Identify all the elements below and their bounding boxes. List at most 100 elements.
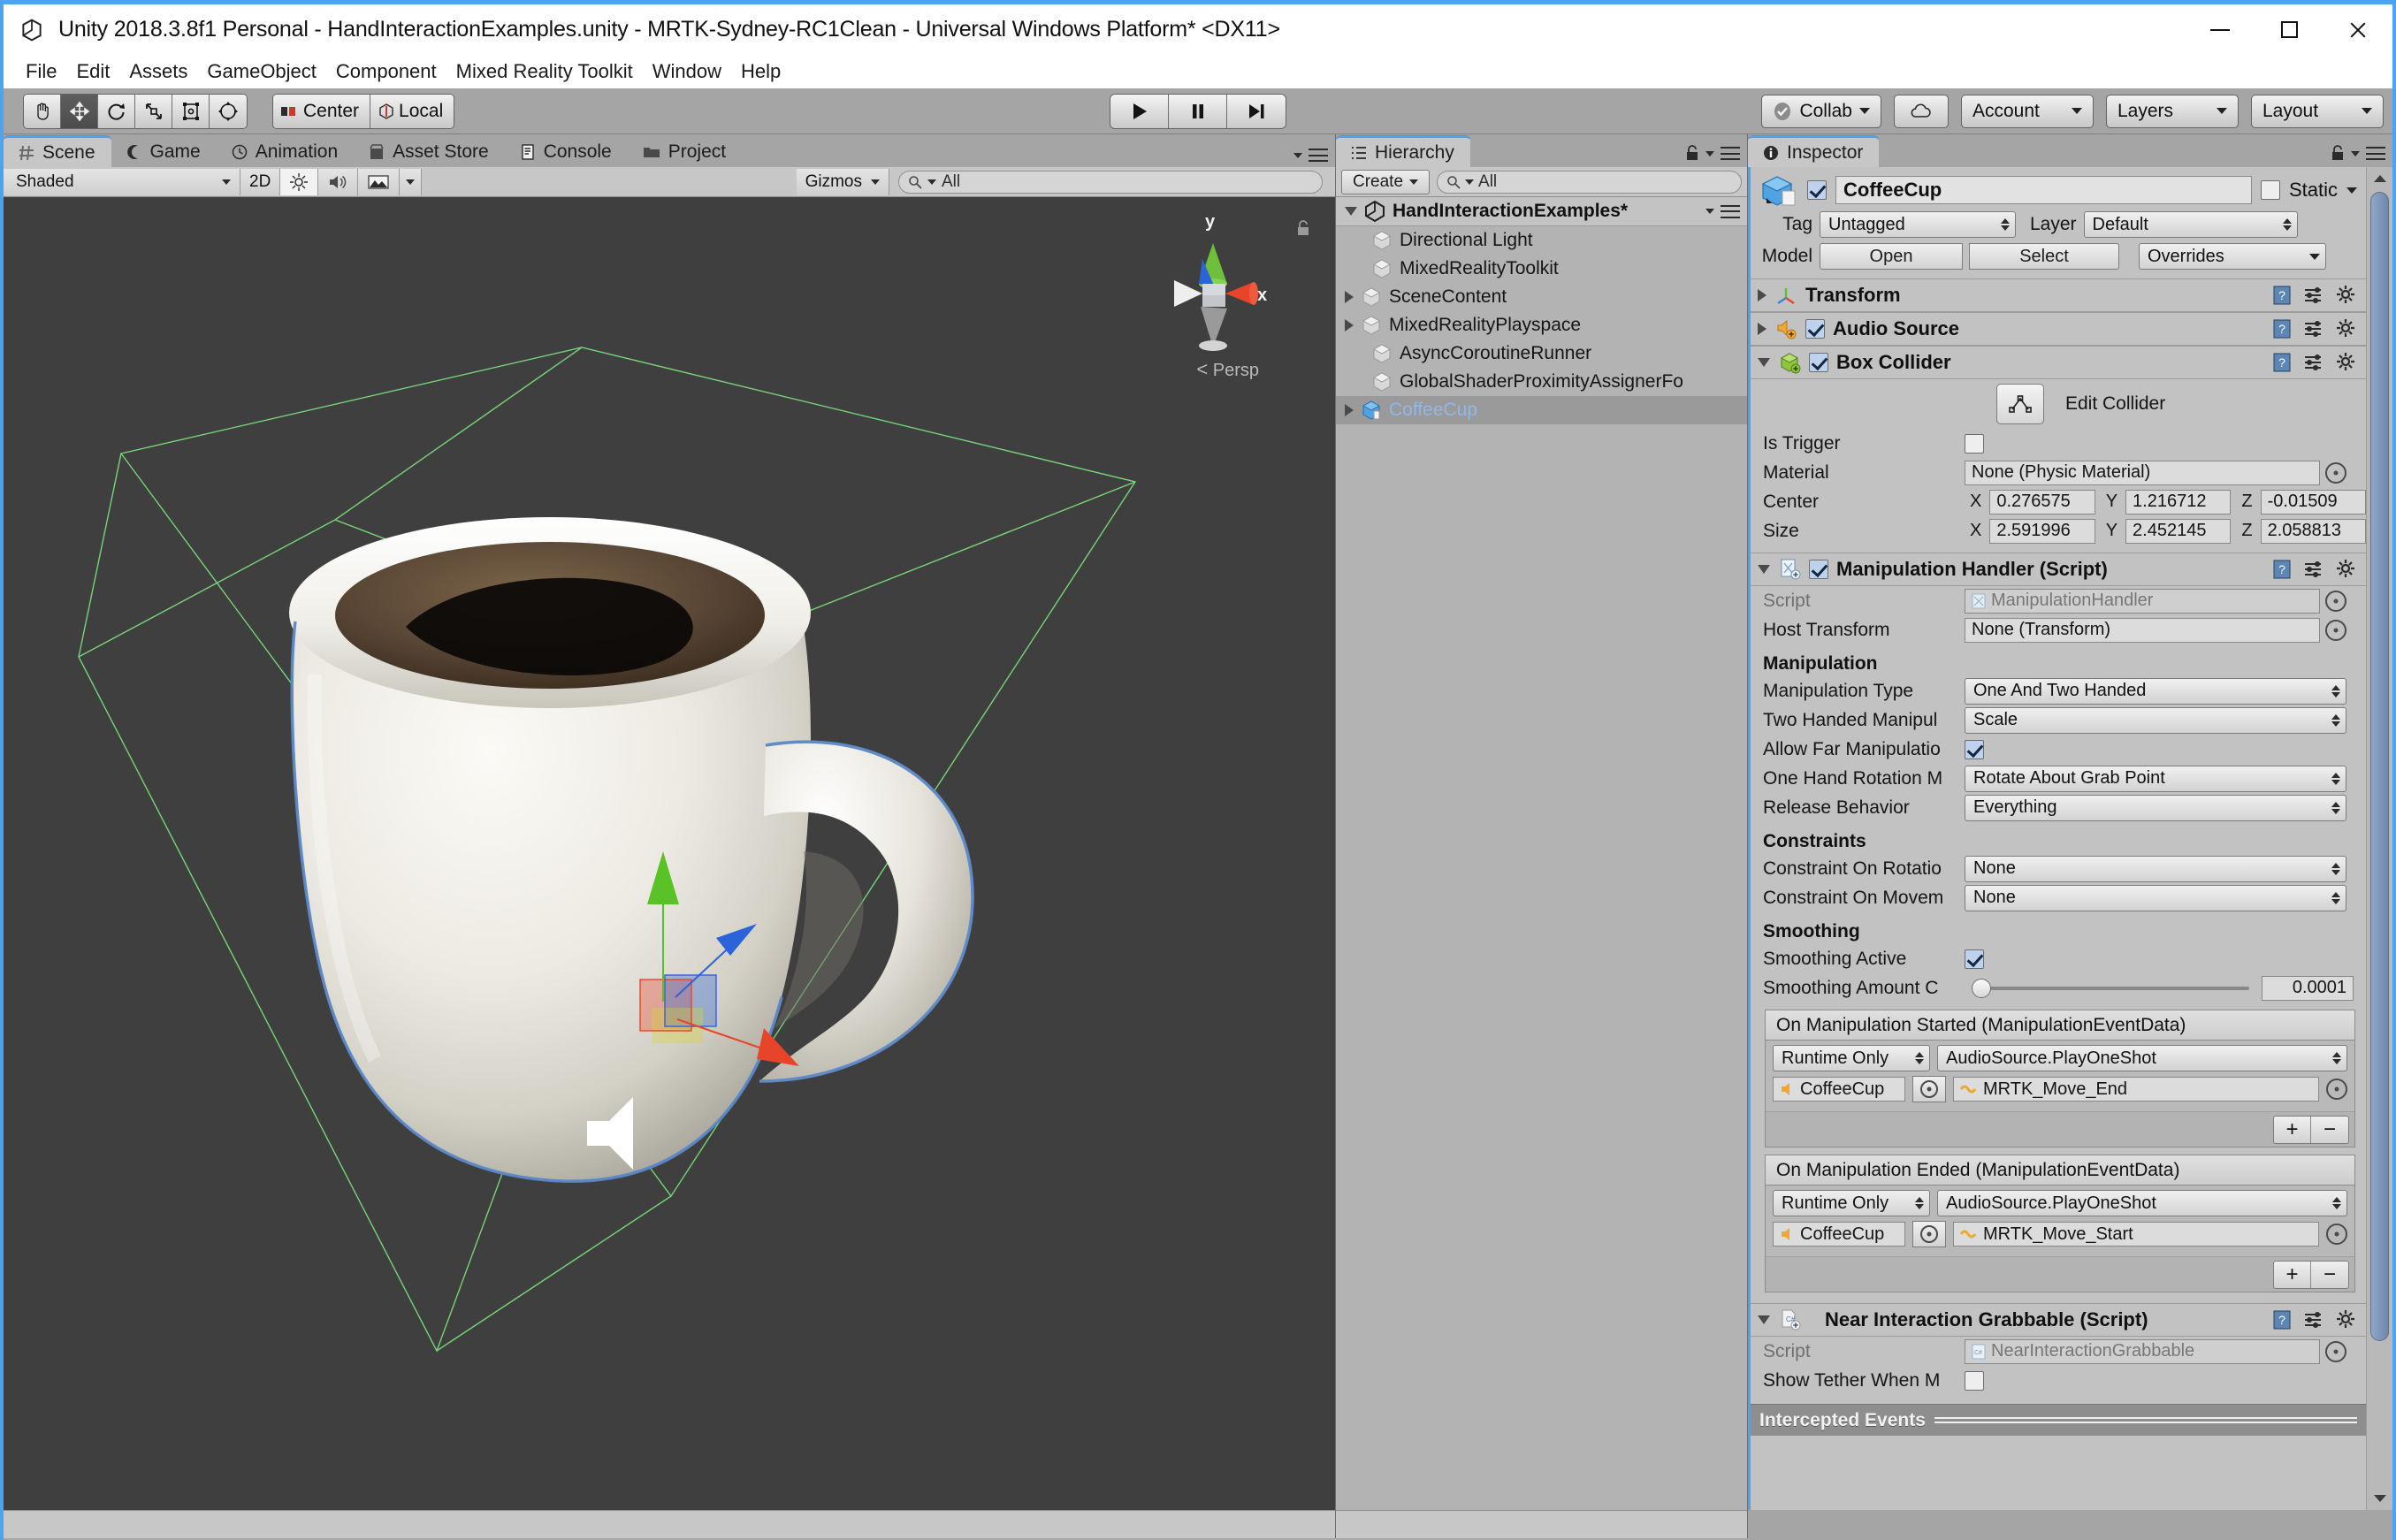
- component-transform-header[interactable]: Transform ?: [1751, 278, 2366, 312]
- event-argument-field[interactable]: MRTK_Move_End: [1953, 1077, 2319, 1102]
- scene-view-mode[interactable]: < Persp: [1196, 358, 1259, 381]
- event-remove-button[interactable]: −: [2311, 1261, 2348, 1288]
- component-audio-source-header[interactable]: Audio Source ?: [1751, 312, 2366, 346]
- gear-icon[interactable]: [2336, 559, 2357, 580]
- account-button[interactable]: Account: [1961, 94, 2094, 128]
- event-object-picker-button[interactable]: [1912, 1221, 1946, 1247]
- scene-orientation-gizmo[interactable]: y x: [1139, 206, 1280, 374]
- event-argument-field[interactable]: MRTK_Move_Start: [1953, 1222, 2319, 1246]
- gear-icon[interactable]: [2336, 318, 2357, 339]
- overrides-dropdown[interactable]: Overrides: [2139, 243, 2326, 270]
- allow-far-checkbox[interactable]: [1965, 739, 1984, 759]
- chevron-down-icon[interactable]: [1758, 565, 1770, 574]
- scrollbar-thumb[interactable]: [2370, 192, 2389, 1341]
- preset-icon[interactable]: [2303, 1310, 2324, 1330]
- gameobject-name-field[interactable]: CoffeeCup: [1835, 176, 2252, 204]
- tab-asset-store[interactable]: Asset Store: [354, 136, 505, 167]
- event-function-dropdown[interactable]: AudioSource.PlayOneShot: [1937, 1045, 2347, 1071]
- hand-tool-button[interactable]: [24, 94, 61, 128]
- smoothing-active-checkbox[interactable]: [1965, 949, 1984, 969]
- chevron-right-icon[interactable]: [1345, 319, 1354, 332]
- gear-icon[interactable]: [2336, 1309, 2357, 1330]
- tab-scene[interactable]: Scene: [4, 136, 111, 167]
- help-icon[interactable]: ?: [2272, 285, 2292, 306]
- tab-project[interactable]: Project: [628, 136, 742, 167]
- preset-icon[interactable]: [2303, 560, 2324, 579]
- layout-button[interactable]: Layout: [2251, 94, 2384, 128]
- event-object-field[interactable]: CoffeeCup: [1773, 1077, 1905, 1102]
- tab-inspector[interactable]: Inspector: [1748, 136, 1880, 167]
- chevron-right-icon[interactable]: [1345, 291, 1354, 303]
- center-z-field[interactable]: -0.01509: [2260, 489, 2366, 515]
- scale-tool-button[interactable]: [135, 94, 172, 128]
- one-hand-rotation-dropdown[interactable]: Rotate About Grab Point: [1965, 765, 2346, 792]
- maximize-button[interactable]: [2255, 4, 2324, 55]
- model-open-button[interactable]: Open: [1820, 243, 1963, 270]
- object-picker-icon[interactable]: [2325, 619, 2346, 641]
- layer-dropdown[interactable]: Default: [2083, 211, 2298, 238]
- object-picker-icon[interactable]: [2325, 1340, 2346, 1362]
- static-checkbox[interactable]: [2260, 180, 2280, 200]
- tab-animation[interactable]: Animation: [217, 136, 354, 167]
- chevron-right-icon[interactable]: [1758, 323, 1766, 335]
- model-select-button[interactable]: Select: [1969, 243, 2119, 270]
- manipulation-type-dropdown[interactable]: One And Two Handed: [1965, 677, 2346, 705]
- smoothing-amount-field[interactable]: 0.0001: [2262, 975, 2354, 1001]
- size-z-field[interactable]: 2.058813: [2260, 518, 2366, 544]
- constraint-rotation-dropdown[interactable]: None: [1965, 855, 2346, 882]
- transform-tool-button[interactable]: [210, 94, 247, 128]
- event-remove-button[interactable]: −: [2311, 1116, 2348, 1143]
- menu-mixed-reality-toolkit[interactable]: Mixed Reality Toolkit: [446, 58, 643, 85]
- center-y-field[interactable]: 1.216712: [2125, 489, 2232, 515]
- draw-mode-dropdown[interactable]: Shaded: [4, 168, 240, 195]
- gameobject-enabled-checkbox[interactable]: [1807, 180, 1827, 200]
- component-box-collider-header[interactable]: Box Collider ?: [1751, 346, 2366, 379]
- two-handed-dropdown[interactable]: Scale: [1965, 706, 2346, 734]
- menu-assets[interactable]: Assets: [119, 58, 197, 85]
- center-x-field[interactable]: 0.276575: [1989, 489, 2095, 515]
- scroll-down-button[interactable]: [2367, 1487, 2392, 1510]
- close-button[interactable]: [2324, 4, 2392, 55]
- rotate-tool-button[interactable]: [98, 94, 135, 128]
- audio-source-enabled-checkbox[interactable]: [1805, 319, 1825, 339]
- lock-icon[interactable]: [1685, 145, 1699, 162]
- hierarchy-item-asynccoroutinerunner[interactable]: AsyncCoroutineRunner: [1336, 339, 1747, 368]
- hierarchy-item-mixedrealitytoolkit[interactable]: MixedRealityToolkit: [1336, 255, 1747, 283]
- preset-icon[interactable]: [2303, 353, 2324, 372]
- hierarchy-item-mixedrealityplayspace[interactable]: MixedRealityPlayspace: [1336, 311, 1747, 339]
- size-x-field[interactable]: 2.591996: [1989, 518, 2095, 544]
- scene-viewport[interactable]: y x < Persp: [4, 197, 1335, 1510]
- event-object-picker-button[interactable]: [1912, 1076, 1946, 1102]
- box-collider-enabled-checkbox[interactable]: [1809, 353, 1828, 372]
- event-function-dropdown[interactable]: AudioSource.PlayOneShot: [1937, 1190, 2347, 1216]
- show-tether-checkbox[interactable]: [1965, 1370, 1984, 1391]
- size-y-field[interactable]: 2.452145: [2125, 518, 2232, 544]
- help-icon[interactable]: ?: [2272, 559, 2292, 580]
- menu-component[interactable]: Component: [326, 58, 446, 85]
- menu-window[interactable]: Window: [643, 58, 731, 85]
- minimize-button[interactable]: [2186, 4, 2255, 55]
- rect-tool-button[interactable]: [172, 94, 210, 128]
- object-picker-icon[interactable]: [2326, 1079, 2347, 1100]
- help-icon[interactable]: ?: [2272, 1309, 2292, 1330]
- layers-button[interactable]: Layers: [2106, 94, 2239, 128]
- slider-handle[interactable]: [1972, 978, 1991, 998]
- fx-toggle-button[interactable]: [358, 168, 401, 195]
- menu-gameobject[interactable]: GameObject: [197, 58, 326, 85]
- lighting-toggle-button[interactable]: [280, 168, 319, 195]
- tab-hierarchy[interactable]: Hierarchy: [1336, 136, 1470, 167]
- collab-button[interactable]: Collab: [1761, 94, 1881, 128]
- gear-icon[interactable]: [2336, 285, 2357, 306]
- object-picker-icon[interactable]: [2325, 590, 2346, 612]
- manipulation-handler-enabled-checkbox[interactable]: [1809, 560, 1828, 579]
- hierarchy-panel-menu[interactable]: [1685, 145, 1740, 162]
- gizmos-dropdown[interactable]: Gizmos: [796, 168, 889, 195]
- menu-file[interactable]: File: [16, 58, 66, 85]
- event-call-mode-dropdown[interactable]: Runtime Only: [1773, 1190, 1930, 1216]
- inspector-panel-menu[interactable]: [2331, 145, 2385, 162]
- step-button[interactable]: [1227, 94, 1286, 128]
- preset-icon[interactable]: [2303, 319, 2324, 339]
- fx-dropdown[interactable]: [400, 168, 423, 195]
- material-object-field[interactable]: None (Physic Material): [1965, 460, 2320, 485]
- preset-icon[interactable]: [2303, 286, 2324, 305]
